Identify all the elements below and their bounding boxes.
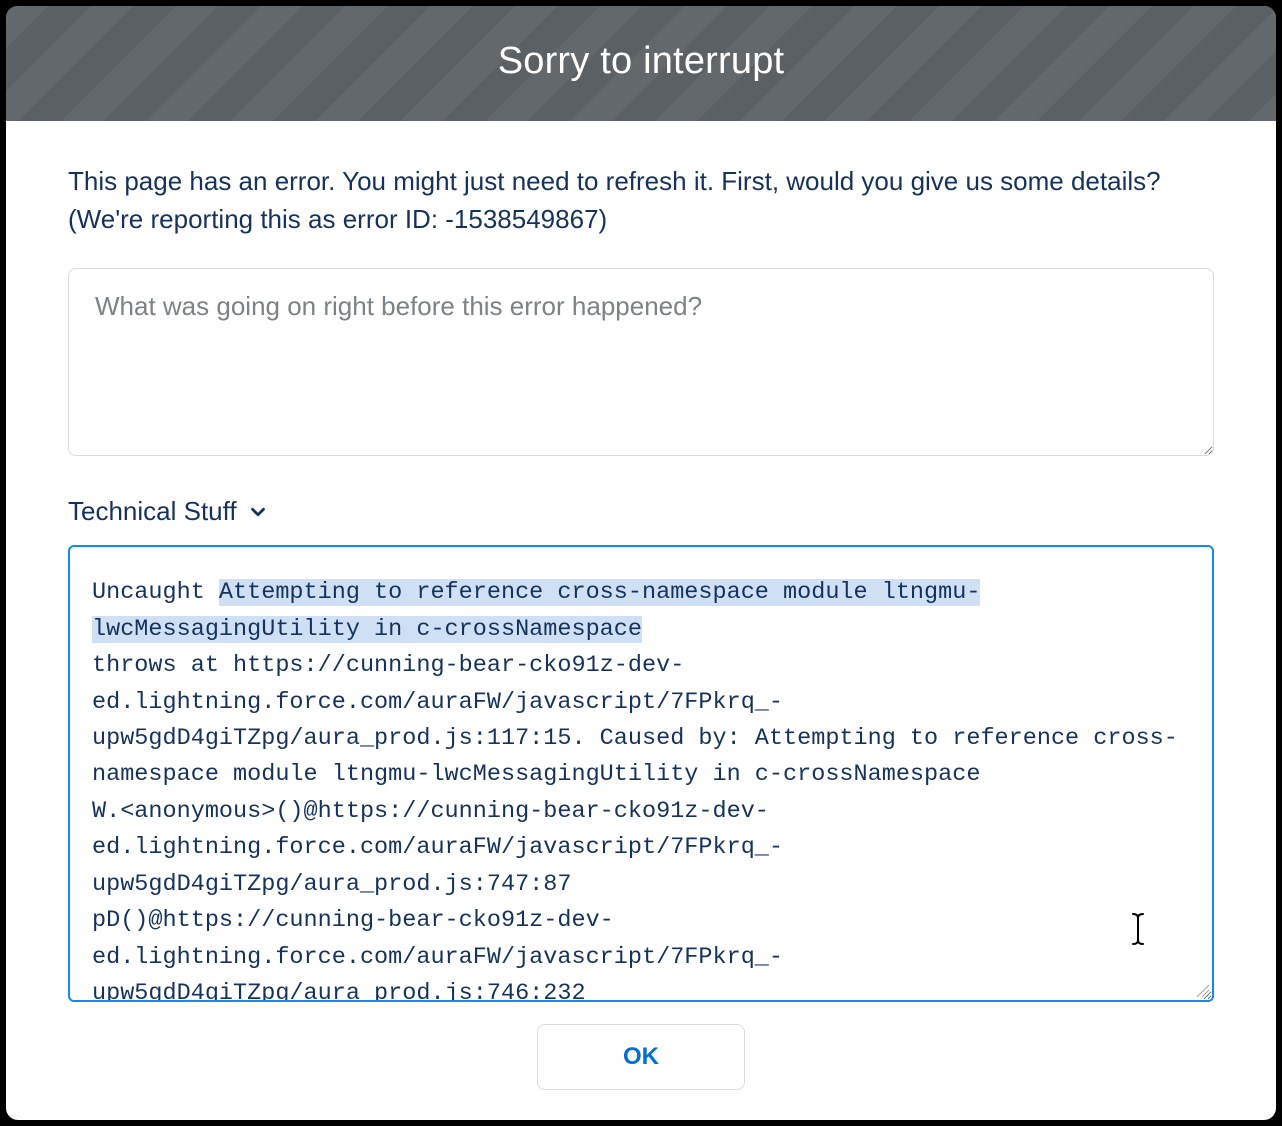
error-modal: Sorry to interrupt This page has an erro… <box>6 6 1276 1120</box>
stack-post: throws at https://cunning-bear-cko91z-de… <box>92 652 1178 1002</box>
modal-header: Sorry to interrupt <box>6 6 1276 121</box>
technical-stuff-toggle[interactable]: Technical Stuff <box>68 496 1214 527</box>
error-prompt: This page has an error. You might just n… <box>68 163 1214 238</box>
prompt-line-2: (We're reporting this as error ID: -1538… <box>68 204 607 234</box>
prompt-line-1: This page has an error. You might just n… <box>68 166 1161 196</box>
chevron-down-icon <box>247 501 269 523</box>
resize-handle-icon <box>1195 983 1209 997</box>
selected-error-text: Attempting to reference cross-namespace … <box>92 579 980 642</box>
technical-details-textarea[interactable]: Uncaught Attempting to reference cross-n… <box>68 545 1214 1002</box>
modal-title: Sorry to interrupt <box>6 40 1276 83</box>
technical-stuff-label: Technical Stuff <box>68 496 237 527</box>
modal-body: This page has an error. You might just n… <box>6 121 1276 1002</box>
text-cursor-icon <box>984 865 1148 1002</box>
feedback-textarea[interactable] <box>68 268 1214 456</box>
ok-button[interactable]: OK <box>537 1024 745 1090</box>
stack-pre: Uncaught <box>92 579 219 606</box>
modal-footer: OK <box>6 1002 1276 1120</box>
